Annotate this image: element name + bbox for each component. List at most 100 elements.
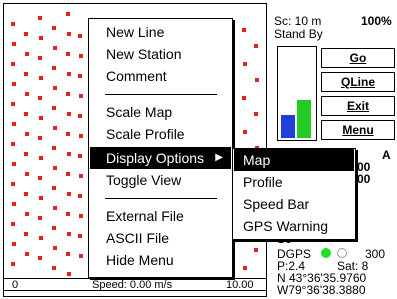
menu-item-new-line[interactable]: New Line	[90, 21, 231, 43]
track-point	[52, 226, 56, 230]
track-point	[52, 266, 56, 270]
track-point	[242, 96, 246, 100]
speed-label: Speed: 0.00 m/s	[92, 279, 173, 291]
partial-a-label: A	[382, 148, 391, 162]
speed-min-label: 0	[12, 279, 19, 291]
track-point	[24, 32, 28, 36]
track-point	[79, 254, 83, 258]
menu-item-new-station[interactable]: New Station	[90, 43, 231, 65]
track-point	[25, 92, 29, 96]
track-point	[67, 152, 71, 156]
signal-meter	[277, 46, 317, 141]
track-point	[78, 74, 82, 78]
track-point	[243, 130, 247, 134]
track-point	[39, 36, 43, 40]
track-point	[25, 212, 29, 216]
track-point	[66, 12, 70, 16]
menu-item-comment[interactable]: Comment	[90, 65, 231, 87]
track-point	[53, 166, 57, 170]
track-point	[24, 192, 28, 196]
longitude-readout: W79°36'38.3880	[277, 283, 366, 297]
submenu-item-map[interactable]: Map	[234, 149, 354, 171]
submenu-arrow-icon: ▶	[215, 152, 223, 163]
track-point	[52, 106, 56, 110]
track-point	[11, 142, 15, 146]
track-point	[53, 206, 57, 210]
qline-button[interactable]: QLine	[321, 72, 395, 92]
menu-separator	[105, 198, 217, 199]
track-point	[79, 94, 83, 98]
track-point	[53, 46, 57, 50]
track-point	[11, 182, 15, 186]
track-point	[78, 154, 82, 158]
signal-bar	[281, 115, 295, 138]
track-point	[39, 236, 43, 240]
track-point	[39, 116, 43, 120]
track-point	[67, 192, 71, 196]
track-point	[254, 112, 258, 116]
track-point	[78, 34, 82, 38]
go-button[interactable]: Go	[321, 48, 395, 68]
track-point	[53, 126, 57, 130]
track-point	[254, 248, 258, 252]
submenu-item-speed-bar[interactable]: Speed Bar	[234, 193, 354, 215]
track-point	[53, 246, 57, 250]
speed-max-label: 10.00	[226, 279, 254, 291]
track-point	[79, 174, 83, 178]
context-menu: New Line New Station Comment Scale Map S…	[88, 18, 233, 278]
track-point	[254, 44, 258, 48]
app-screen: 0 Speed: 0.00 m/s 10.00 Sc: 10 m 100% St…	[0, 0, 397, 299]
track-point	[24, 152, 28, 156]
track-point	[79, 134, 83, 138]
submenu-item-profile[interactable]: Profile	[234, 171, 354, 193]
scale-label: Sc: 10 m	[274, 14, 322, 28]
mode-status: Stand By	[274, 27, 323, 41]
partial-value-2: 00	[357, 172, 371, 186]
track-point	[12, 202, 16, 206]
menu-item-ascii-file[interactable]: ASCII File	[90, 227, 231, 249]
track-point	[78, 194, 82, 198]
exit-button[interactable]: Exit	[321, 96, 395, 116]
track-point	[79, 214, 83, 218]
track-point	[79, 54, 83, 58]
menu-item-toggle-view[interactable]: Toggle View	[90, 169, 231, 191]
track-point	[25, 172, 29, 176]
display-options-submenu: Map Profile Speed Bar GPS Warning	[232, 148, 356, 240]
track-point	[242, 28, 246, 32]
track-point	[38, 16, 42, 20]
track-point	[38, 176, 42, 180]
track-point	[12, 82, 16, 86]
track-point	[11, 62, 15, 66]
menu-item-scale-profile[interactable]: Scale Profile	[90, 123, 231, 145]
signal-bar	[297, 100, 311, 138]
track-point	[66, 132, 70, 136]
track-point	[255, 78, 259, 82]
track-point	[12, 122, 16, 126]
menu-item-hide-menu[interactable]: Hide Menu	[90, 249, 231, 271]
submenu-item-gps-warning[interactable]: GPS Warning	[234, 215, 354, 237]
track-point	[39, 156, 43, 160]
track-point	[12, 242, 16, 246]
track-point	[52, 186, 56, 190]
track-point	[52, 146, 56, 150]
track-point	[67, 72, 71, 76]
track-point	[66, 252, 70, 256]
bottom-border	[3, 291, 267, 297]
track-point	[243, 62, 247, 66]
track-point	[39, 76, 43, 80]
menu-item-display-options[interactable]: Display Options ▶	[90, 147, 231, 169]
menu-item-scale-map[interactable]: Scale Map	[90, 101, 231, 123]
track-point	[67, 272, 71, 276]
menu-item-external-file[interactable]: External File	[90, 205, 231, 227]
track-point	[24, 232, 28, 236]
track-point	[38, 136, 42, 140]
gps-idle-dot	[337, 248, 347, 258]
menu-separator	[105, 94, 217, 95]
track-point	[38, 256, 42, 260]
track-point	[25, 132, 29, 136]
track-point	[24, 112, 28, 116]
track-point	[78, 234, 82, 238]
menu-button[interactable]: Menu	[321, 120, 395, 140]
track-point	[25, 52, 29, 56]
track-point	[53, 86, 57, 90]
